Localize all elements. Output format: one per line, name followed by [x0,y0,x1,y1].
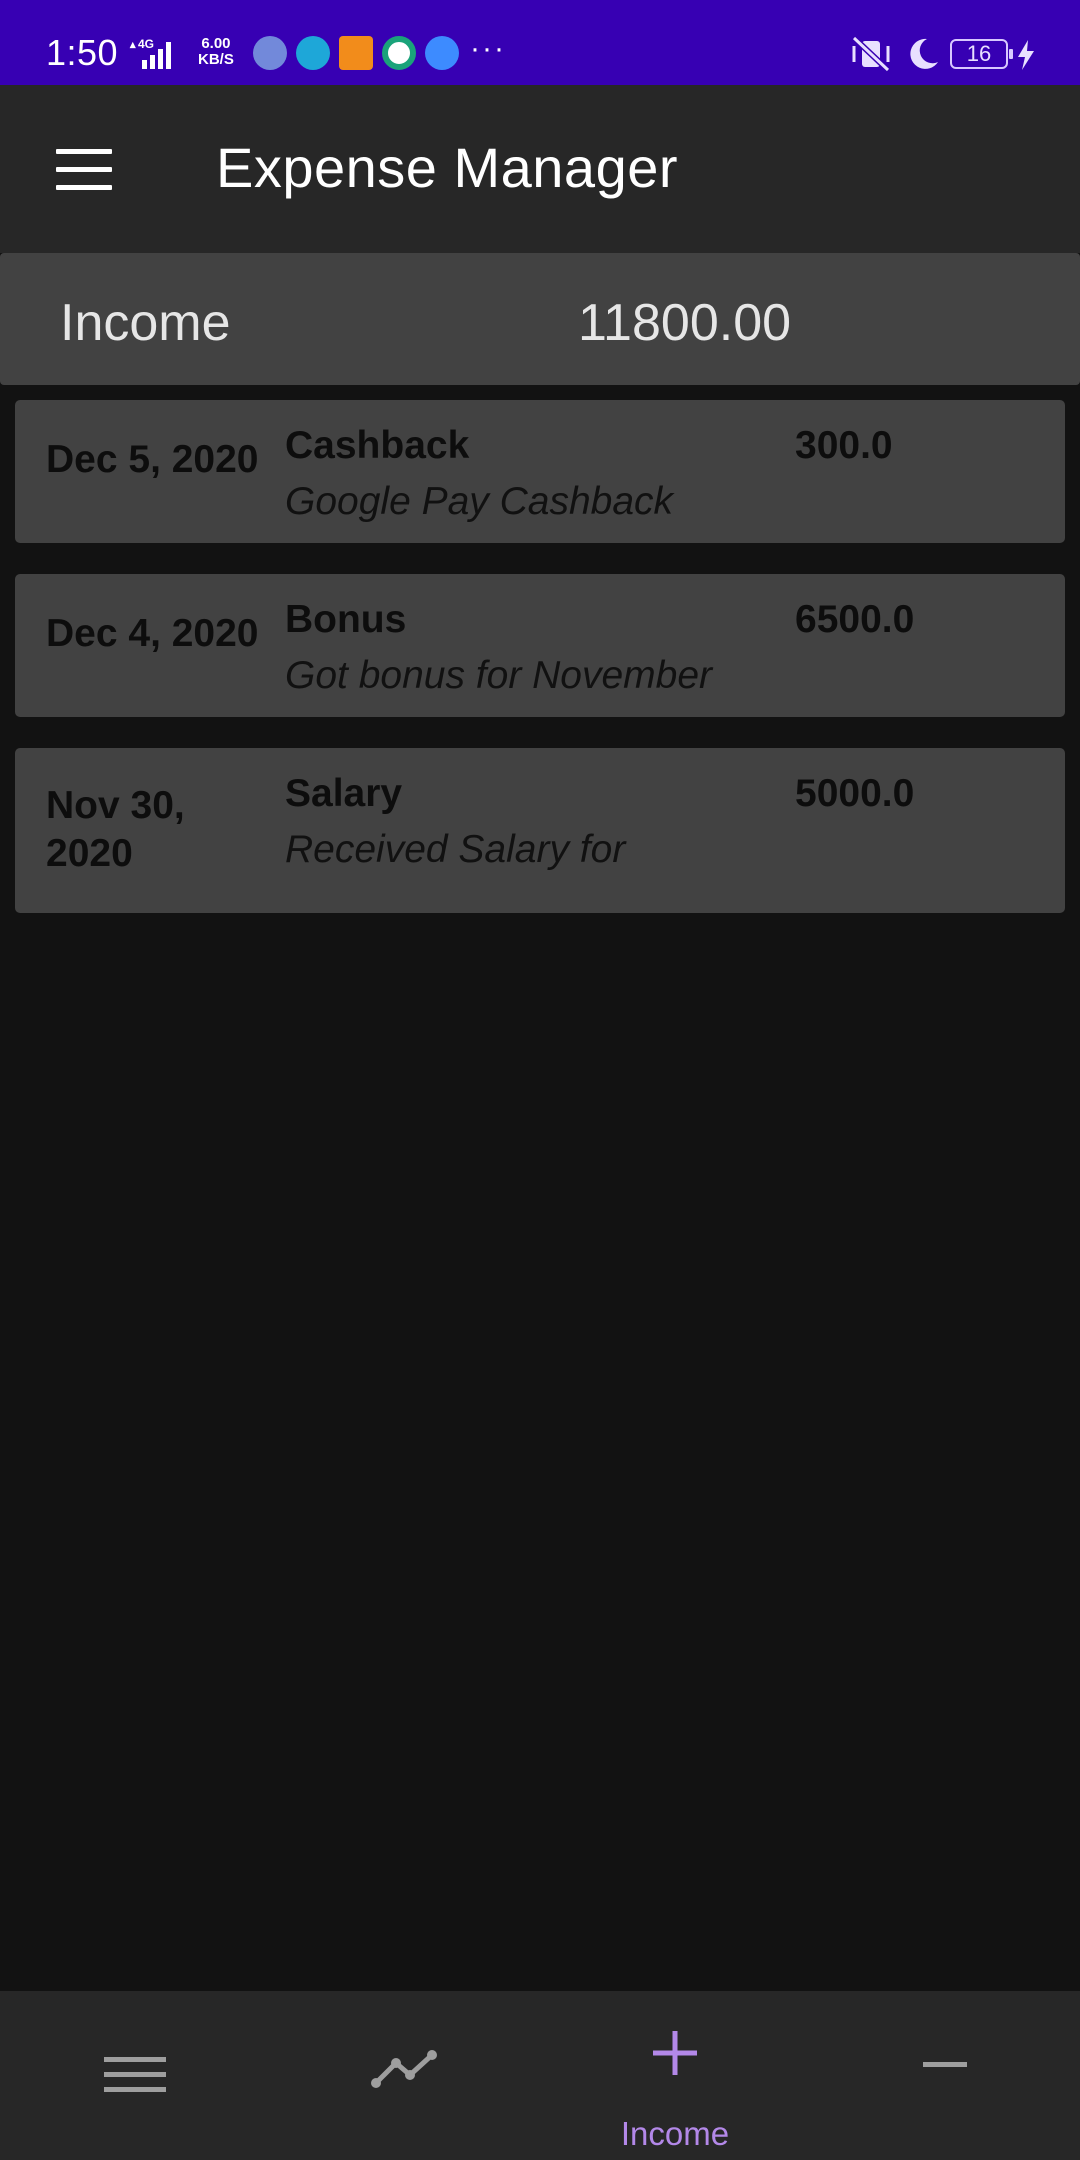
entry-description: Google Pay Cashback [285,480,674,523]
signal-icon: ▴ 4G [129,37,171,69]
entry-amount: 6500.0 [795,598,915,641]
list-item[interactable]: Nov 30, 2020 Salary Received Salary for … [15,748,1065,913]
income-summary-card: Income 11800.00 [0,253,1080,385]
list-item[interactable]: Dec 5, 2020 Cashback Google Pay Cashback… [15,400,1065,543]
play-notification-icon [425,36,459,70]
entry-title: Cashback [285,424,470,467]
entry-amount: 300.0 [795,424,893,467]
battery-level: 16 [966,41,992,66]
trend-chart-icon [371,2050,437,2088]
status-time: 1:50 [46,32,119,73]
entry-title: Salary [285,772,403,815]
battery-icon: 16 [950,39,1013,69]
app-title: Expense Manager [216,136,679,199]
app-notification-icon [382,36,416,70]
status-bar: 1:50 ▴ 4G 6.00 KB/S ··· 16 [0,0,1080,85]
hamburger-menu-icon-line [56,167,112,172]
entry-description: Got bonus for November [285,654,713,697]
summary-label: Income [60,294,231,352]
discord-app-icon [253,36,287,70]
svg-text:4G: 4G [138,37,154,51]
entry-description: Received Salary for [285,828,626,871]
app-notification-icon [296,36,330,70]
hamburger-menu-icon-line [56,185,112,190]
speed-value: 6.00 [201,35,231,52]
nav-item-list[interactable] [0,1991,270,2160]
app-bar: Expense Manager [0,85,1080,253]
nav-label-income: Income [620,2115,730,2152]
vibrate-off-icon [851,36,891,72]
nav-item-income[interactable]: Income [540,1991,810,2160]
entry-date: Dec 5, 2020 [46,438,259,481]
moon-icon [910,38,938,69]
network-speed: 6.00 KB/S [198,36,234,68]
plus-icon [653,2031,697,2075]
app-notification-icon [339,36,373,70]
entry-date: Nov 30, 2020 [46,784,185,875]
entry-title: Bonus [285,598,407,641]
hamburger-menu-icon [56,149,112,154]
minus-icon [923,2062,967,2067]
summary-total: 11800.00 [578,294,792,352]
list-item[interactable]: Dec 4, 2020 Bonus Got bonus for November… [15,574,1065,717]
entry-date: Dec 4, 2020 [46,612,259,655]
bottom-navigation: Income [0,1991,1080,2160]
svg-text:▴: ▴ [129,39,136,51]
entry-amount: 5000.0 [795,772,915,815]
list-icon [104,2057,166,2092]
menu-button[interactable] [40,143,130,197]
charging-icon [1018,40,1034,70]
nav-item-trends[interactable] [270,1991,540,2160]
speed-unit: KB/S [198,51,234,68]
overflow-notifications: ··· [470,32,506,65]
nav-item-expense[interactable] [810,1991,1080,2160]
